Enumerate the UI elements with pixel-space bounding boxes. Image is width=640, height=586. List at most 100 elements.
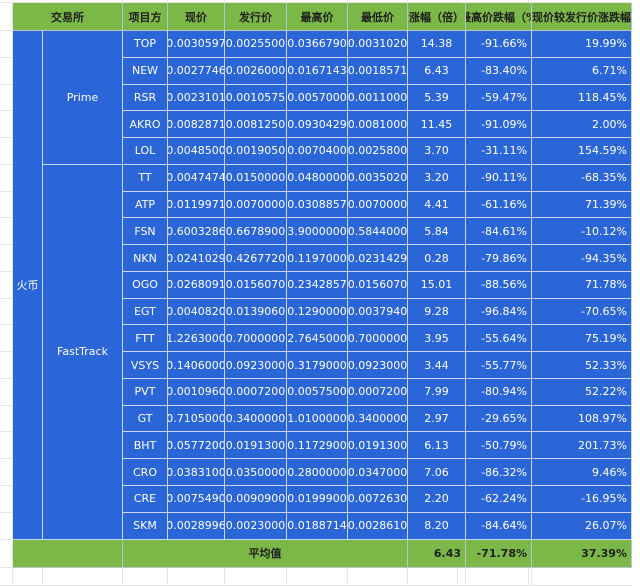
high-price-cell: 0.0070400 bbox=[287, 138, 348, 165]
column-header: 最低价 bbox=[348, 3, 408, 31]
blank-cell bbox=[466, 567, 529, 586]
symbol-cell: GT bbox=[123, 405, 168, 433]
high-drop-cell: -83.40% bbox=[466, 57, 532, 85]
blank-cell bbox=[13, 567, 43, 586]
high-drop-cell: -50.79% bbox=[466, 432, 532, 460]
gain-cell: 5.84 bbox=[408, 218, 466, 246]
low-price-cell: 0.0923000 bbox=[348, 352, 408, 379]
high-price-cell: 0.3179000 bbox=[287, 352, 348, 379]
price-cell: 0.0023101 bbox=[168, 84, 225, 112]
gain-cell: 11.45 bbox=[408, 111, 466, 139]
footer-vs-issue: 37.39% bbox=[532, 539, 632, 568]
column-header: 项目方 bbox=[123, 3, 168, 31]
high-drop-cell: -55.64% bbox=[466, 325, 532, 353]
footer-label: 平均值 bbox=[123, 539, 408, 568]
symbol-cell: ATP bbox=[123, 191, 168, 219]
issue-price-cell: 0.0139060 bbox=[225, 298, 287, 326]
issue-price-cell: 0.4267720 bbox=[225, 245, 287, 272]
high-drop-cell: -90.11% bbox=[466, 164, 532, 192]
low-price-cell: 0.0037940 bbox=[348, 298, 408, 326]
vs-issue-cell: 71.78% bbox=[532, 271, 632, 299]
symbol-cell: CRO bbox=[123, 459, 168, 487]
vs-issue-cell: 6.71% bbox=[532, 57, 632, 85]
price-cell: 0.0030597 bbox=[168, 31, 225, 58]
gain-cell: 9.28 bbox=[408, 298, 466, 326]
issue-price-cell: 0.0090900 bbox=[225, 486, 287, 513]
blank-cell bbox=[0, 486, 13, 513]
issue-price-cell: 0.0026000 bbox=[225, 57, 287, 85]
gain-cell: 5.39 bbox=[408, 84, 466, 112]
price-cell: 0.0268091 bbox=[168, 271, 225, 299]
blank-cell bbox=[0, 298, 13, 326]
high-price-cell: 0.2800000 bbox=[287, 459, 348, 487]
footer-blank bbox=[13, 539, 123, 568]
low-price-cell: 0.0231429 bbox=[348, 245, 408, 272]
gain-cell: 7.06 bbox=[408, 459, 466, 487]
price-cell: 0.0010960 bbox=[168, 378, 225, 406]
exchange-cell: 火币 bbox=[13, 31, 43, 540]
low-price-cell: 0.0018571 bbox=[348, 57, 408, 85]
vs-issue-cell: -94.35% bbox=[532, 245, 632, 272]
high-drop-cell: -91.09% bbox=[466, 111, 532, 139]
group-cell: Prime bbox=[43, 31, 123, 165]
high-price-cell: 0.0480000 bbox=[287, 164, 348, 192]
price-cell: 0.0027746 bbox=[168, 57, 225, 85]
symbol-cell: SKM bbox=[123, 512, 168, 540]
symbol-cell: NKN bbox=[123, 245, 168, 272]
high-drop-cell: -84.64% bbox=[466, 512, 532, 540]
high-price-cell: 0.0188714 bbox=[287, 512, 348, 540]
high-drop-cell: -59.47% bbox=[466, 84, 532, 112]
gain-cell: 15.01 bbox=[408, 271, 466, 299]
high-drop-cell: -80.94% bbox=[466, 378, 532, 406]
price-cell: 0.0577200 bbox=[168, 432, 225, 460]
high-drop-cell: -61.16% bbox=[466, 191, 532, 219]
blank-cell bbox=[0, 3, 13, 31]
vs-issue-cell: 52.33% bbox=[532, 352, 632, 379]
gain-cell: 0.28 bbox=[408, 245, 466, 272]
gain-cell: 8.20 bbox=[408, 512, 466, 540]
column-header: 现价 bbox=[168, 3, 225, 31]
blank-cell bbox=[0, 84, 13, 112]
price-cell: 1.2263000 bbox=[168, 325, 225, 353]
issue-price-cell: 0.0923000 bbox=[225, 352, 287, 379]
low-price-cell: 0.0081000 bbox=[348, 111, 408, 139]
gain-cell: 6.43 bbox=[408, 57, 466, 85]
gain-cell: 4.41 bbox=[408, 191, 466, 219]
blank-cell bbox=[408, 567, 458, 586]
high-drop-cell: -29.65% bbox=[466, 405, 532, 433]
price-cell: 0.0119971 bbox=[168, 191, 225, 219]
symbol-cell: OGO bbox=[123, 271, 168, 299]
price-cell: 0.0241029 bbox=[168, 245, 225, 272]
group-cell: FastTrack bbox=[43, 164, 123, 540]
blank-cell bbox=[0, 164, 13, 192]
blank-cell bbox=[0, 271, 13, 299]
high-price-cell: 3.9000000 bbox=[287, 218, 348, 246]
blank-cell bbox=[0, 218, 13, 246]
symbol-cell: TOP bbox=[123, 31, 168, 58]
price-cell: 0.0028996 bbox=[168, 512, 225, 540]
column-header: 涨幅（倍） bbox=[408, 3, 466, 31]
low-price-cell: 0.0070000 bbox=[348, 191, 408, 219]
symbol-cell: TT bbox=[123, 164, 168, 192]
column-header: 最高价跌幅（% bbox=[466, 3, 532, 31]
low-price-cell: 0.0156070 bbox=[348, 271, 408, 299]
issue-price-cell: 0.0019050 bbox=[225, 138, 287, 165]
low-price-cell: 0.3400000 bbox=[348, 405, 408, 433]
issue-price-cell: 0.0081250 bbox=[225, 111, 287, 139]
vs-issue-cell: 2.00% bbox=[532, 111, 632, 139]
high-drop-cell: -55.77% bbox=[466, 352, 532, 379]
blank-cell bbox=[43, 567, 123, 586]
blank-cell bbox=[287, 567, 348, 586]
issue-price-cell: 0.0070000 bbox=[225, 191, 287, 219]
high-drop-cell: -62.24% bbox=[466, 486, 532, 513]
issue-price-cell: 0.0010575 bbox=[225, 84, 287, 112]
low-price-cell: 0.7000000 bbox=[348, 325, 408, 353]
price-cell: 0.0048500 bbox=[168, 138, 225, 165]
low-price-cell: 0.0035020 bbox=[348, 164, 408, 192]
blank-cell bbox=[225, 567, 287, 586]
blank-cell bbox=[0, 378, 13, 406]
blank-cell bbox=[0, 459, 13, 487]
gain-cell: 2.20 bbox=[408, 486, 466, 513]
low-price-cell: 0.0031020 bbox=[348, 31, 408, 58]
blank-cell bbox=[0, 512, 13, 540]
